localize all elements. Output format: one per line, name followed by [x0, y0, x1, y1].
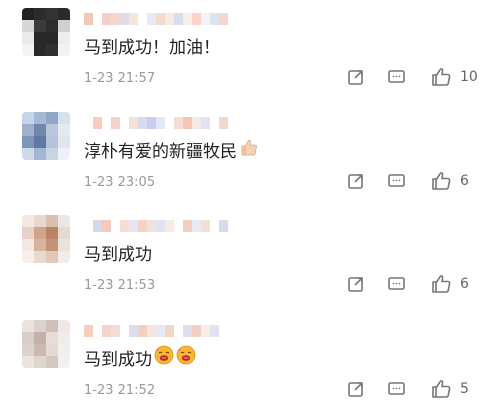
- share-icon: [347, 275, 365, 293]
- comment-text-label: 马到成功: [84, 245, 152, 265]
- reply-button[interactable]: [387, 172, 406, 190]
- hot-face-emoji-icon: [152, 345, 174, 370]
- comment-item: 淳朴有爱的新疆牧民 1-23 23:05 6: [0, 112, 500, 210]
- comment-time: 1-23 23:05: [84, 175, 156, 190]
- username[interactable]: [84, 220, 228, 232]
- like-icon: [430, 170, 452, 192]
- comment-actions: 6: [347, 170, 480, 192]
- reply-button[interactable]: [387, 275, 406, 293]
- like-count: 10: [460, 69, 478, 85]
- comment-item: 马到成功！加油！ 1-23 21:57 10: [0, 8, 500, 106]
- share-button[interactable]: [347, 172, 365, 190]
- share-icon: [347, 172, 365, 190]
- share-icon: [347, 68, 365, 86]
- share-button[interactable]: [347, 68, 365, 86]
- comment-time: 1-23 21:52: [84, 383, 156, 398]
- avatar[interactable]: [22, 215, 70, 263]
- username[interactable]: [84, 117, 228, 129]
- avatar[interactable]: [22, 112, 70, 160]
- reply-button[interactable]: [387, 380, 406, 398]
- comment-text-label: 马到成功！加油！: [84, 38, 220, 58]
- comment-time: 1-23 21:57: [84, 71, 156, 86]
- like-button[interactable]: 6: [430, 170, 480, 192]
- share-button[interactable]: [347, 275, 365, 293]
- username[interactable]: [84, 13, 228, 25]
- comment-text-label: 马到成功: [84, 350, 152, 370]
- comment-icon: [387, 275, 406, 293]
- comment-actions: 6: [347, 273, 480, 295]
- comment-text: 淳朴有爱的新疆牧民: [84, 137, 259, 162]
- comment-item: 马到成功 1-23 21:53 6: [0, 215, 500, 313]
- like-button[interactable]: 10: [430, 66, 480, 88]
- comment-text-label: 淳朴有爱的新疆牧民: [84, 142, 237, 162]
- thumbs-up-emoji-icon: [237, 137, 259, 162]
- like-count: 5: [460, 381, 469, 397]
- like-button[interactable]: 6: [430, 273, 480, 295]
- avatar[interactable]: [22, 8, 70, 56]
- like-count: 6: [460, 173, 469, 189]
- comment-text: 马到成功: [84, 345, 196, 370]
- comment-actions: 5: [347, 378, 480, 400]
- like-icon: [430, 66, 452, 88]
- share-button[interactable]: [347, 380, 365, 398]
- like-button[interactable]: 5: [430, 378, 480, 400]
- comment-icon: [387, 172, 406, 190]
- hot-face-emoji-icon: [174, 345, 196, 370]
- comment-time: 1-23 21:53: [84, 278, 156, 293]
- reply-button[interactable]: [387, 68, 406, 86]
- avatar[interactable]: [22, 320, 70, 368]
- comment-text: 马到成功！加油！: [84, 33, 220, 58]
- comment-icon: [387, 380, 406, 398]
- comment-icon: [387, 68, 406, 86]
- username[interactable]: [84, 325, 228, 337]
- like-icon: [430, 378, 452, 400]
- comment-actions: 10: [347, 66, 480, 88]
- share-icon: [347, 380, 365, 398]
- comment-text: 马到成功: [84, 240, 152, 265]
- comment-item: 马到成功 1-23 21:52 5: [0, 320, 500, 418]
- like-count: 6: [460, 276, 469, 292]
- like-icon: [430, 273, 452, 295]
